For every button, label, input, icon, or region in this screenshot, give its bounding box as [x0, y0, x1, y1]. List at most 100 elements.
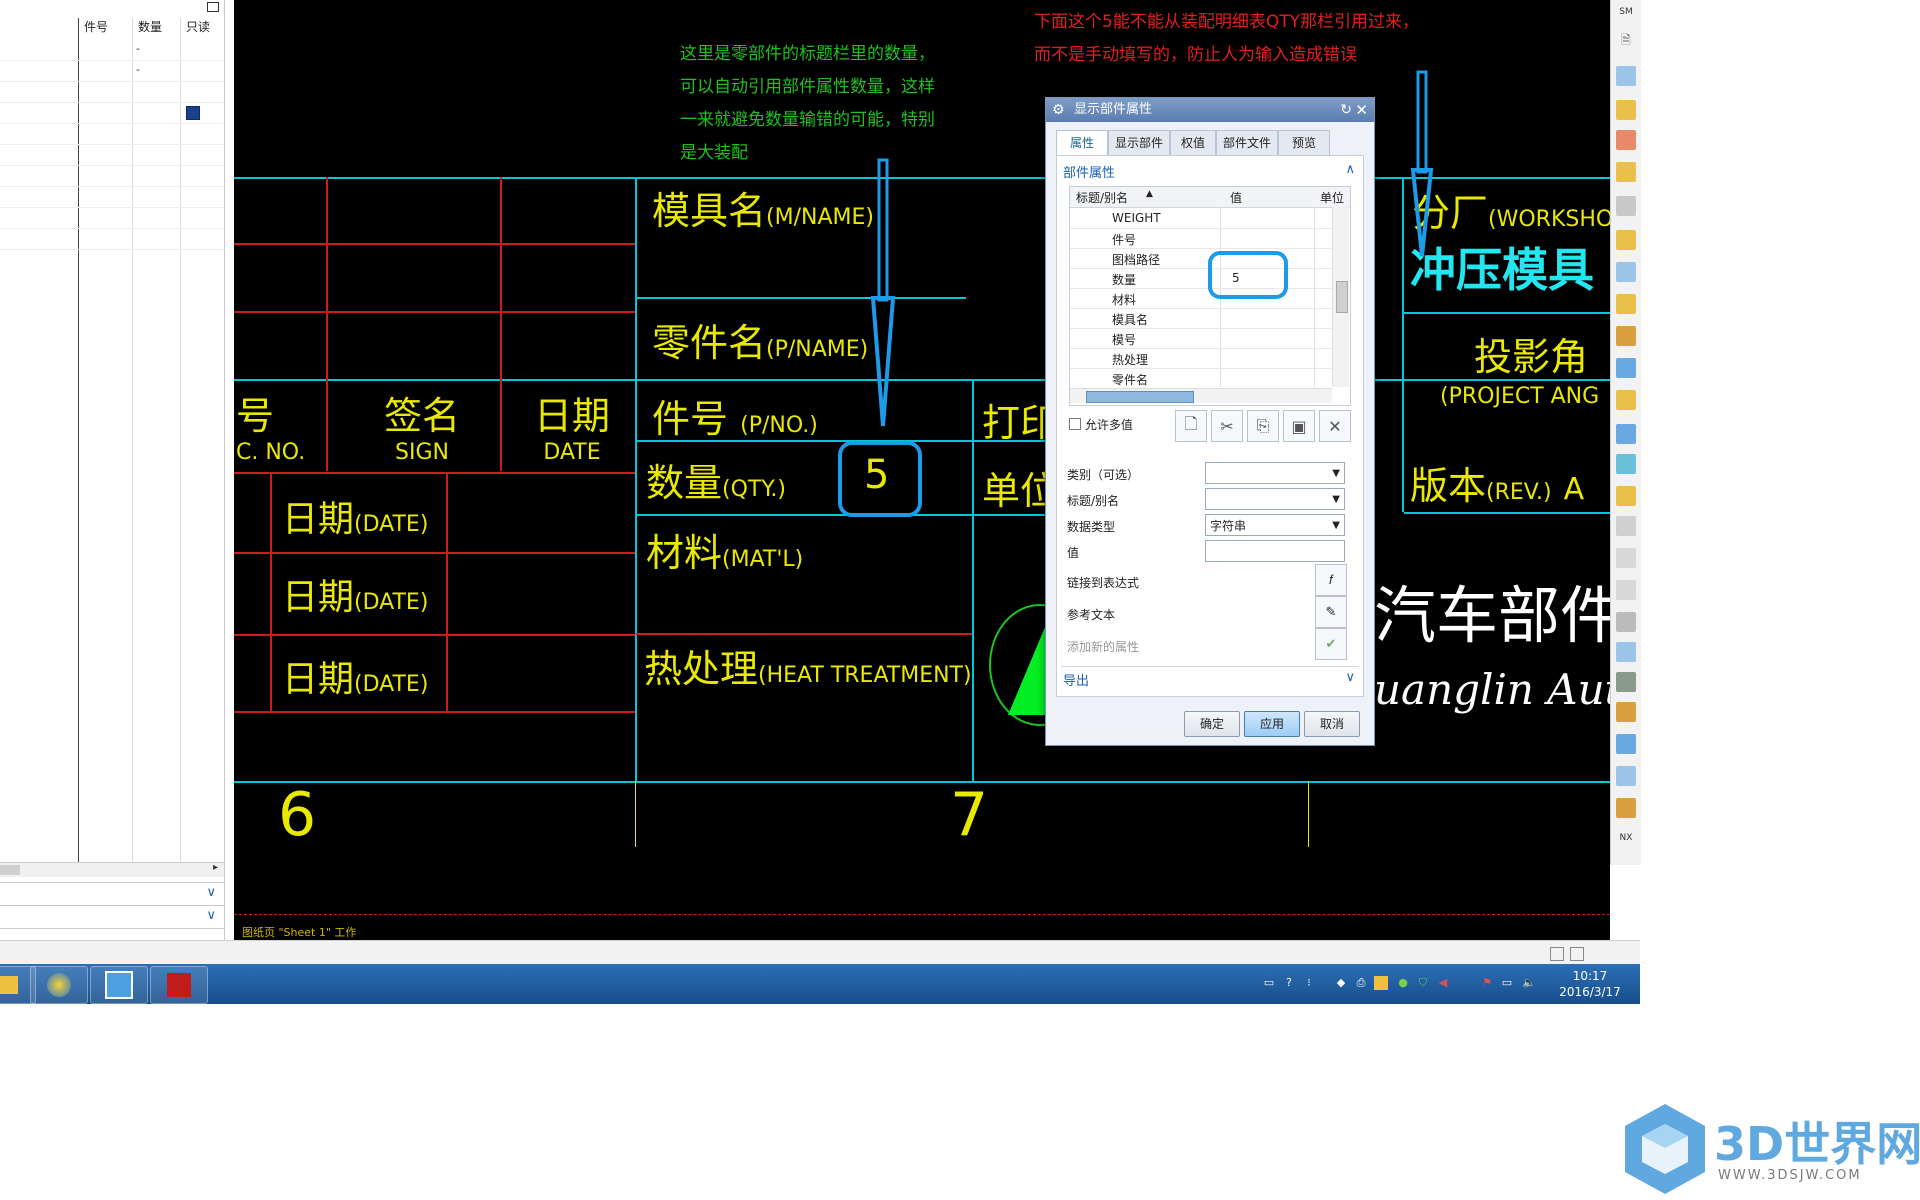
cancel-button[interactable]: 取消 — [1304, 711, 1360, 737]
table-row[interactable]: - — [0, 61, 224, 82]
column-header-readonly[interactable]: 只读 — [186, 18, 210, 38]
drawing-canvas[interactable]: 这里是零部件的标题栏里的数量， 可以自动引用部件属性数量，这样 一来就避免数量输… — [234, 0, 1610, 940]
collapsed-section[interactable]: ∨ — [0, 906, 224, 929]
section-export[interactable]: 导出 ∨ — [1063, 670, 1355, 689]
data-type-dropdown[interactable]: 字符串 ▼ — [1205, 514, 1345, 536]
clock[interactable]: 10:17 2016/3/17 — [1550, 968, 1630, 1000]
tool-icon[interactable] — [1616, 702, 1636, 722]
column-header-part-no[interactable]: 件号 — [84, 18, 108, 38]
tool-icon[interactable] — [1616, 196, 1636, 216]
help-icon[interactable]: ? — [1282, 976, 1296, 990]
table-row[interactable] — [0, 187, 224, 208]
table-row[interactable]: 模具名 — [1070, 308, 1332, 329]
tool-icon[interactable] — [1616, 548, 1636, 568]
table-row[interactable]: 件号 — [1070, 228, 1332, 249]
tool-icon[interactable] — [1616, 162, 1636, 182]
copy-button[interactable]: ⎘ — [1247, 410, 1279, 442]
tray-icon[interactable]: ◀ — [1436, 976, 1450, 990]
tray-icon[interactable] — [1374, 976, 1388, 990]
tool-icon[interactable] — [1616, 672, 1636, 692]
tool-icon[interactable] — [1616, 486, 1636, 506]
table-row[interactable] — [0, 229, 224, 250]
tool-icon[interactable] — [1616, 66, 1636, 86]
vertical-scrollbar[interactable] — [1332, 207, 1349, 387]
tray-icon[interactable]: ▭ — [1262, 976, 1276, 990]
category-dropdown[interactable]: ▼ — [1205, 462, 1345, 484]
tool-icon[interactable] — [1616, 516, 1636, 536]
tool-icon[interactable] — [1616, 230, 1636, 250]
header-unit[interactable]: 单位 — [1320, 189, 1344, 206]
tool-icon[interactable] — [1616, 580, 1636, 600]
ok-button[interactable]: 确定 — [1184, 711, 1240, 737]
status-icon[interactable] — [1550, 947, 1564, 961]
paste-button[interactable]: ▣ — [1283, 410, 1315, 442]
tool-icon[interactable] — [1616, 326, 1636, 346]
tray-icon[interactable]: ◆ — [1334, 976, 1348, 990]
tool-icon[interactable] — [1616, 424, 1636, 444]
close-icon[interactable]: ✕ — [1355, 98, 1368, 122]
table-row[interactable] — [0, 124, 224, 145]
table-row[interactable]: WEIGHT — [1070, 208, 1332, 229]
panel-maximize-icon[interactable] — [207, 2, 219, 12]
section-part-attributes[interactable]: 部件属性 ∧ — [1063, 162, 1355, 181]
table-row[interactable]: 零件名 — [1070, 368, 1332, 389]
horizontal-scrollbar[interactable] — [1070, 388, 1332, 403]
flag-icon[interactable]: ⚑ — [1480, 976, 1494, 990]
document-icon[interactable]: 🗎 — [1616, 30, 1636, 50]
nx-icon[interactable]: NX — [1616, 828, 1636, 848]
tab-weight[interactable]: 权值 — [1170, 130, 1216, 156]
table-row[interactable]: 数量 5 — [1070, 268, 1332, 289]
link-expression-button[interactable]: 𝑓 — [1315, 564, 1347, 596]
tool-icon[interactable] — [1616, 642, 1636, 662]
table-row[interactable]: - — [0, 40, 224, 61]
tool-icon[interactable] — [1616, 454, 1636, 474]
delete-button[interactable]: ✕ — [1319, 410, 1351, 442]
dialog-titlebar[interactable]: ⚙ 显示部件属性 ↻ ✕ — [1046, 98, 1374, 122]
allow-multiple-checkbox[interactable]: 允许多值 — [1069, 416, 1133, 433]
table-row[interactable]: 热处理 — [1070, 348, 1332, 369]
reset-icon[interactable]: ↻ — [1340, 98, 1352, 122]
table-row[interactable] — [0, 145, 224, 166]
tool-icon[interactable] — [1616, 358, 1636, 378]
tool-icon[interactable] — [1616, 130, 1636, 150]
tool-icon[interactable] — [1616, 798, 1636, 818]
table-row[interactable] — [0, 166, 224, 187]
tab-display-part[interactable]: 显示部件 — [1108, 130, 1170, 156]
printer-icon[interactable]: ⎙ — [1354, 976, 1368, 990]
reference-text-button[interactable]: ✎ — [1315, 596, 1347, 628]
sheet-metal-icon[interactable]: SM — [1616, 2, 1636, 22]
cut-button[interactable]: ✂ — [1211, 410, 1243, 442]
status-icon[interactable] — [1570, 947, 1584, 961]
tool-icon[interactable] — [1616, 766, 1636, 786]
tool-icon[interactable] — [1616, 734, 1636, 754]
header-name[interactable]: 标题/别名 — [1076, 189, 1128, 206]
table-row[interactable] — [0, 103, 224, 124]
taskbar-app-nx[interactable] — [30, 966, 88, 1004]
network-icon[interactable]: ▭ — [1500, 976, 1514, 990]
tab-preview[interactable]: 预览 — [1278, 130, 1330, 156]
shield-icon[interactable]: ⛉ — [1416, 976, 1430, 990]
table-row[interactable]: 材料 — [1070, 288, 1332, 309]
table-row[interactable] — [0, 208, 224, 229]
title-alias-dropdown[interactable]: ▼ — [1205, 488, 1345, 510]
add-attribute-button[interactable]: ✔ — [1315, 628, 1347, 660]
volume-icon[interactable]: 🔈 — [1522, 976, 1536, 990]
value-input[interactable] — [1205, 540, 1345, 562]
tray-icon[interactable]: ● — [1396, 976, 1410, 990]
new-attribute-button[interactable]: 🗋 — [1175, 410, 1207, 442]
apply-button[interactable]: 应用 — [1244, 711, 1300, 737]
table-row[interactable]: 模号 — [1070, 328, 1332, 349]
column-header-qty[interactable]: 数量 — [138, 18, 162, 38]
horizontal-scrollbar[interactable]: ▸ — [0, 862, 224, 877]
tool-icon[interactable] — [1616, 390, 1636, 410]
tab-part-file[interactable]: 部件文件 — [1216, 130, 1278, 156]
table-row[interactable]: 图档路径 — [1070, 248, 1332, 269]
collapsed-section[interactable]: ∨ — [0, 882, 224, 906]
header-value[interactable]: 值 — [1230, 189, 1242, 206]
tool-icon[interactable] — [1616, 100, 1636, 120]
tab-attributes[interactable]: 属性 — [1056, 130, 1108, 155]
tray-icon[interactable]: ⁝ — [1302, 976, 1316, 990]
table-row[interactable] — [0, 82, 224, 103]
tool-icon[interactable] — [1616, 262, 1636, 282]
tool-icon[interactable] — [1616, 612, 1636, 632]
